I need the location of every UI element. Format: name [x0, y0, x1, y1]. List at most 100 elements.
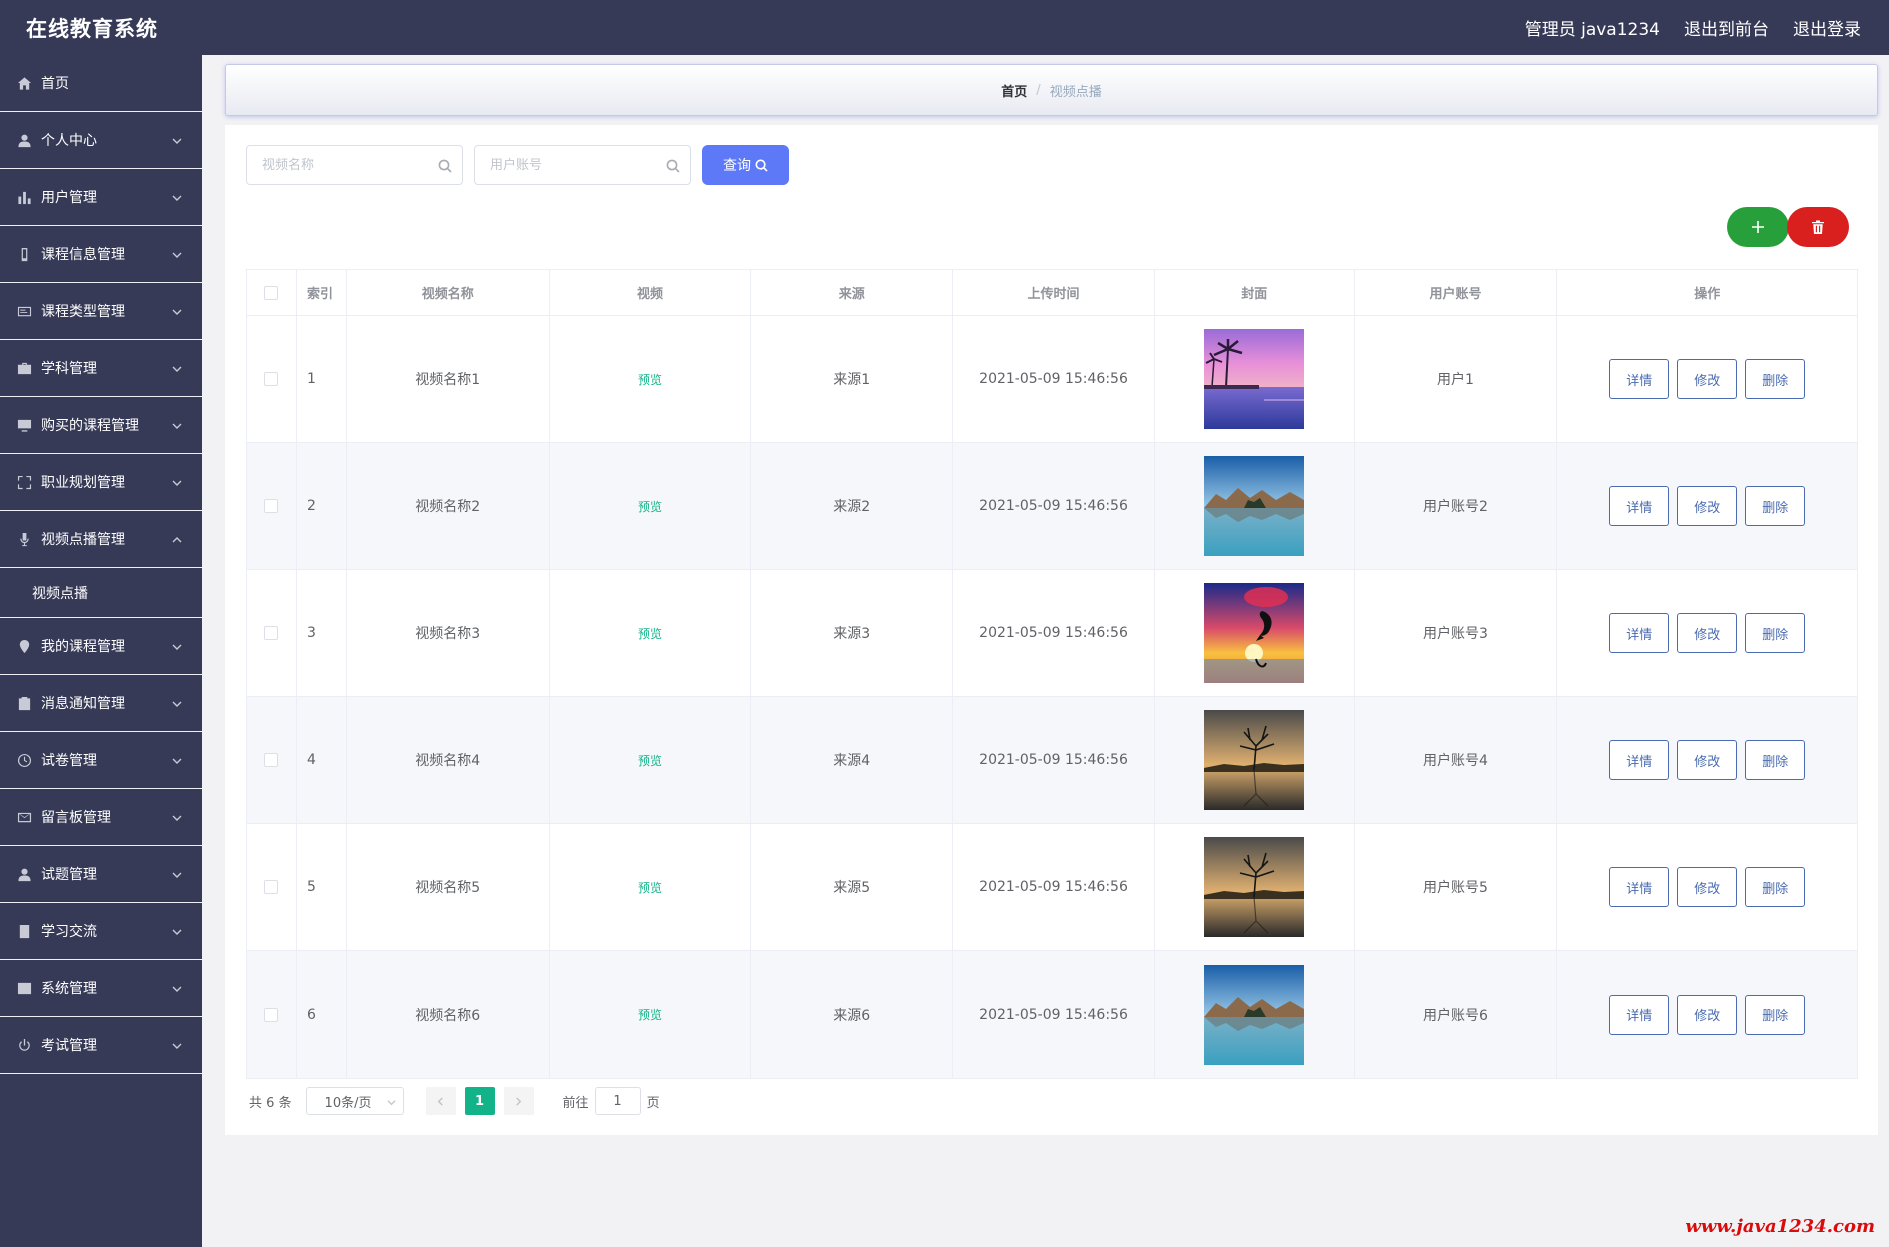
sidebar-item-user-management[interactable]: 用户管理: [0, 169, 202, 226]
user-account-input[interactable]: [475, 146, 655, 184]
select-all-checkbox[interactable]: [264, 285, 279, 300]
preview-link[interactable]: 预览: [638, 371, 662, 388]
row-checkbox-cell: [247, 824, 297, 950]
sidebar-subitem-video-on-demand[interactable]: 视频点播: [0, 568, 202, 618]
pagination: 共 6 条 10条/页 1 前往 页: [249, 1087, 660, 1115]
row-upload-time: 2021-05-09 15:46:56: [953, 697, 1155, 823]
detail-button[interactable]: 详情: [1609, 867, 1670, 907]
preview-link[interactable]: 预览: [638, 879, 662, 896]
chevron-down-icon: [172, 868, 182, 878]
sidebar-item-personal-center[interactable]: 个人中心: [0, 112, 202, 169]
sidebar-item-questions[interactable]: 试题管理: [0, 846, 202, 903]
row-upload-time: 2021-05-09 15:46:56: [953, 951, 1155, 1078]
fullscreen-icon: [16, 474, 32, 490]
sidebar-item-label: 课程类型管理: [41, 304, 125, 320]
batch-delete-button[interactable]: [1787, 207, 1849, 247]
cover-image-lake-mountains[interactable]: [1204, 964, 1305, 1065]
detail-button[interactable]: 详情: [1609, 486, 1670, 526]
row-user-account: 用户账号3: [1355, 570, 1558, 696]
logout-link[interactable]: 退出登录: [1793, 15, 1861, 40]
sidebar-item-purchased-courses[interactable]: 购买的课程管理: [0, 397, 202, 454]
cover-image-lone-tree[interactable]: [1204, 837, 1305, 937]
prev-page-button[interactable]: [425, 1087, 456, 1115]
sidebar-item-exam-papers[interactable]: 试卷管理: [0, 732, 202, 789]
row-user-account: 用户1: [1355, 316, 1558, 442]
add-button[interactable]: [1727, 207, 1789, 247]
sidebar-item-home[interactable]: 首页: [0, 55, 202, 112]
edit-button[interactable]: 修改: [1677, 867, 1738, 907]
row-upload-time: 2021-05-09 15:46:56: [953, 316, 1155, 442]
sidebar-item-message-board[interactable]: 留言板管理: [0, 789, 202, 846]
delete-button[interactable]: 删除: [1745, 613, 1806, 653]
sidebar-item-career-plan[interactable]: 职业规划管理: [0, 454, 202, 511]
delete-button[interactable]: 删除: [1745, 486, 1806, 526]
row-checkbox[interactable]: [264, 880, 279, 894]
query-button[interactable]: 查询: [702, 145, 789, 185]
sidebar-item-my-courses[interactable]: 我的课程管理: [0, 618, 202, 675]
delete-button[interactable]: 删除: [1745, 994, 1806, 1035]
preview-link[interactable]: 预览: [638, 498, 662, 515]
sidebar-item-label: 学习交流: [41, 924, 97, 940]
cover-image-sunset-pool[interactable]: [1204, 329, 1305, 429]
detail-button[interactable]: 详情: [1609, 994, 1670, 1035]
bar-chart-icon: [16, 189, 32, 205]
edit-button[interactable]: 修改: [1677, 613, 1738, 653]
page-number-button[interactable]: 1: [464, 1087, 495, 1115]
page-size-value: 10条/页: [324, 1095, 372, 1111]
row-checkbox[interactable]: [264, 753, 279, 767]
sidebar-item-system-management[interactable]: 系统管理: [0, 960, 202, 1017]
clock-icon: [16, 752, 32, 768]
breadcrumb-home[interactable]: 首页: [1001, 81, 1027, 100]
edit-button[interactable]: 修改: [1677, 740, 1738, 780]
chevron-down-icon: [172, 754, 182, 764]
row-video-cell: 预览: [550, 951, 752, 1078]
row-index: 5: [297, 824, 347, 950]
row-upload-time: 2021-05-09 15:46:56: [953, 570, 1155, 696]
chevron-down-icon: [172, 476, 182, 486]
top-header: 在线教育系统 管理员 java1234 退出到前台 退出登录: [0, 0, 1889, 55]
row-checkbox[interactable]: [264, 372, 279, 386]
row-checkbox[interactable]: [264, 626, 279, 640]
delete-button[interactable]: 删除: [1745, 740, 1806, 780]
chevron-down-icon: [172, 248, 182, 258]
detail-button[interactable]: 详情: [1609, 740, 1670, 780]
sidebar-item-study-exchange[interactable]: 学习交流: [0, 903, 202, 960]
row-index: 4: [297, 697, 347, 823]
cover-image-lake-mountains[interactable]: [1204, 456, 1305, 556]
sidebar-item-course-info[interactable]: 课程信息管理: [0, 226, 202, 283]
breadcrumb-current: 视频点播: [1049, 84, 1102, 100]
page-size-select[interactable]: 10条/页: [305, 1087, 404, 1115]
edit-button[interactable]: 修改: [1677, 486, 1738, 526]
detail-button[interactable]: 详情: [1609, 359, 1670, 399]
header-operations: 操作: [1694, 287, 1721, 302]
row-checkbox[interactable]: [264, 1007, 279, 1022]
exit-to-front-link[interactable]: 退出到前台: [1684, 15, 1769, 40]
sidebar-item-notifications[interactable]: 消息通知管理: [0, 675, 202, 732]
sidebar-item-subject[interactable]: 学科管理: [0, 340, 202, 397]
preview-link[interactable]: 预览: [638, 625, 662, 642]
sidebar-item-course-type[interactable]: 课程类型管理: [0, 283, 202, 340]
edit-button[interactable]: 修改: [1677, 994, 1738, 1035]
edit-button[interactable]: 修改: [1677, 359, 1738, 399]
delete-button[interactable]: 删除: [1745, 359, 1806, 399]
delete-button[interactable]: 删除: [1745, 867, 1806, 907]
header-actions: 管理员 java1234 退出到前台 退出登录: [1501, 15, 1861, 40]
row-source: 来源4: [751, 697, 954, 823]
app-title: 在线教育系统: [26, 16, 158, 41]
sidebar-item-label: 系统管理: [41, 981, 97, 997]
goto-page-input[interactable]: [594, 1087, 641, 1115]
video-name-input[interactable]: [247, 146, 427, 184]
preview-link[interactable]: 预览: [638, 1006, 662, 1023]
monitor-icon: [16, 417, 32, 433]
sidebar-item-label: 个人中心: [41, 133, 97, 149]
preview-link[interactable]: 预览: [638, 752, 662, 769]
sidebar-item-video-on-demand-management[interactable]: 视频点播管理: [0, 511, 202, 568]
cover-image-lone-tree[interactable]: [1204, 710, 1305, 810]
detail-button[interactable]: 详情: [1609, 613, 1670, 653]
sidebar-subitem-label: 视频点播: [32, 585, 88, 602]
row-video-name: 视频名称3: [347, 570, 550, 696]
row-checkbox[interactable]: [264, 499, 279, 513]
cover-image-dolphin-sunset[interactable]: [1204, 583, 1305, 683]
sidebar-item-exam-management[interactable]: 考试管理: [0, 1017, 202, 1074]
next-page-button[interactable]: [503, 1087, 534, 1115]
